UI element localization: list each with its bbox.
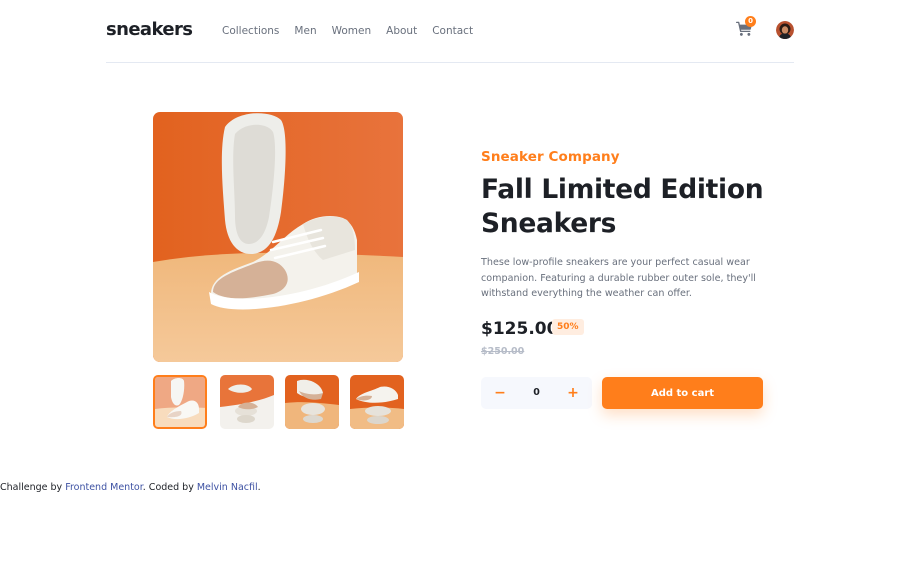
- thumbnail-2[interactable]: [220, 375, 274, 429]
- author-link[interactable]: Melvin Nacfil: [197, 482, 258, 493]
- company-name: Sneaker Company: [481, 149, 620, 165]
- discount-badge: 50%: [552, 319, 584, 335]
- current-price: $125.00: [481, 319, 559, 339]
- main-nav: Collections Men Women About Contact: [222, 25, 473, 37]
- avatar[interactable]: [776, 21, 794, 39]
- product-title: Fall Limited Edition Sneakers: [481, 174, 764, 239]
- product-description: These low-profile sneakers are your perf…: [481, 257, 756, 299]
- minus-icon: −: [494, 385, 506, 401]
- sneaker-photo: [153, 112, 403, 362]
- attribution-suffix: .: [257, 482, 261, 493]
- thumbnail-3-image: [285, 375, 339, 429]
- original-price: $250.00: [481, 346, 525, 357]
- attribution-prefix: Challenge by: [0, 482, 66, 493]
- site-header: sneakers Collections Men Women About Con…: [106, 0, 794, 63]
- nav-about[interactable]: About: [386, 25, 417, 37]
- nav-contact[interactable]: Contact: [432, 25, 473, 37]
- thumbnail-strip: [153, 375, 404, 430]
- logo[interactable]: sneakers: [106, 19, 193, 40]
- attribution-middle: . Coded by: [142, 482, 197, 493]
- quantity-stepper: − 0 +: [481, 377, 592, 409]
- cart-icon[interactable]: 0: [736, 16, 756, 37]
- thumbnail-2-image: [220, 375, 274, 429]
- thumbnail-4[interactable]: [350, 375, 404, 429]
- thumbnail-1[interactable]: [153, 375, 207, 429]
- decrease-quantity-button[interactable]: −: [483, 377, 517, 409]
- quantity-value: 0: [533, 387, 540, 398]
- thumbnail-1-image: [155, 377, 205, 427]
- nav-collections[interactable]: Collections: [222, 25, 279, 37]
- frontend-mentor-link[interactable]: Frontend Mentor: [65, 482, 143, 493]
- thumbnail-4-image: [350, 375, 404, 429]
- attribution: Challenge by Frontend Mentor. Coded by M…: [0, 482, 261, 493]
- increase-quantity-button[interactable]: +: [556, 377, 590, 409]
- plus-icon: +: [567, 385, 579, 401]
- avatar-image: [776, 21, 794, 39]
- cart-count-badge: 0: [745, 16, 756, 27]
- thumbnail-3[interactable]: [285, 375, 339, 429]
- add-to-cart-button[interactable]: Add to cart: [602, 377, 763, 409]
- nav-men[interactable]: Men: [294, 25, 316, 37]
- main-product-image[interactable]: [153, 112, 403, 362]
- nav-women[interactable]: Women: [332, 25, 372, 37]
- add-to-cart-label: Add to cart: [650, 387, 715, 399]
